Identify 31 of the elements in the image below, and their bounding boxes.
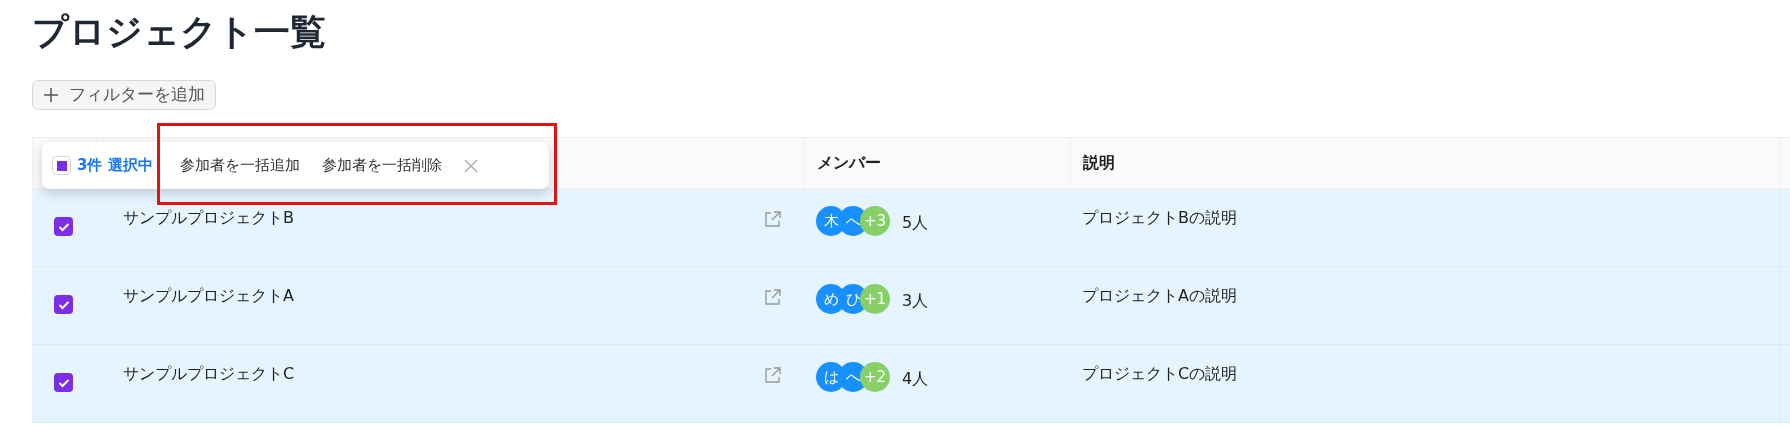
external-link-icon[interactable]: [764, 288, 782, 306]
external-link-icon[interactable]: [764, 210, 782, 228]
external-link-icon[interactable]: [764, 366, 782, 384]
avatar: +1: [860, 284, 890, 314]
add-filter-button[interactable]: フィルターを追加: [32, 80, 216, 110]
check-icon: [57, 377, 70, 388]
column-header: メンバー: [817, 152, 881, 174]
description: プロジェクトAの説明: [1082, 285, 1237, 307]
page-title: プロジェクト一覧: [32, 10, 327, 54]
selection-count: 3件 選択中: [77, 155, 153, 177]
bulk-action-button[interactable]: 参加者を一括削除: [313, 150, 450, 181]
row-checkbox[interactable]: [54, 373, 73, 392]
project-name: サンプルプロジェクトA: [123, 285, 294, 307]
member-count: 5人: [902, 212, 929, 234]
column-header: 説明: [1083, 152, 1115, 174]
row-checkbox[interactable]: [54, 217, 73, 236]
description: プロジェクトCの説明: [1082, 363, 1238, 385]
project-name: サンプルプロジェクトC: [123, 363, 295, 385]
member-count: 3人: [902, 290, 929, 312]
member-count: 4人: [902, 368, 929, 390]
close-icon: [463, 158, 478, 173]
plus-icon: [43, 87, 59, 103]
project-name: サンプルプロジェクトB: [123, 207, 294, 229]
check-icon: [57, 299, 70, 310]
avatar: +3: [860, 206, 890, 236]
select-all-checkbox[interactable]: [52, 156, 71, 175]
description: プロジェクトBの説明: [1082, 207, 1237, 229]
check-icon: [57, 221, 70, 232]
avatar: +2: [860, 362, 890, 392]
row-checkbox[interactable]: [54, 295, 73, 314]
bulk-action-button[interactable]: 参加者を一括追加: [171, 150, 308, 181]
